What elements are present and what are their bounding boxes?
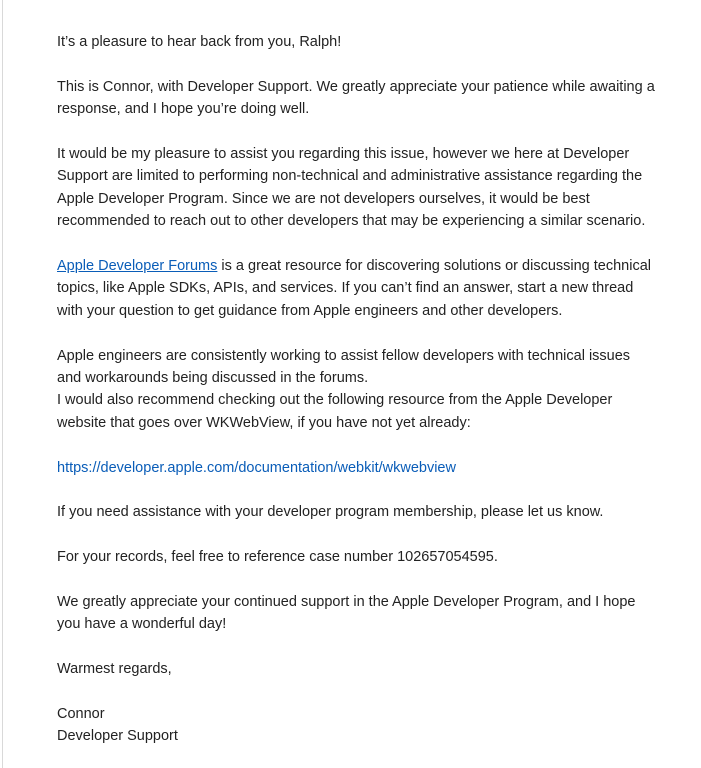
engineers-paragraph: Apple engineers are consistently working… bbox=[57, 347, 631, 387]
greeting-paragraph: It’s a pleasure to hear back from you, R… bbox=[57, 34, 342, 50]
scope-paragraph: It would be my pleasure to assist you re… bbox=[57, 146, 646, 230]
signoff-paragraph: Warmest regards, bbox=[57, 661, 172, 678]
sender-name: Connor bbox=[57, 706, 105, 723]
wkwebview-doc-link[interactable]: https://developer.apple.com/documentatio… bbox=[57, 460, 456, 476]
sender-team: Developer Support bbox=[57, 728, 178, 745]
resource-paragraph: https://developer.apple.com/documentatio… bbox=[57, 457, 657, 479]
forums-link[interactable]: Apple Developer Forums bbox=[57, 258, 217, 274]
closing-paragraph: We greatly appreciate your continued sup… bbox=[57, 594, 636, 633]
membership-paragraph: If you need assistance with your develop… bbox=[57, 504, 604, 521]
email-body: It’s a pleasure to hear back from you, R… bbox=[57, 31, 657, 748]
left-divider bbox=[2, 0, 3, 768]
forums-paragraph: Apple Developer Forums is a great resour… bbox=[57, 255, 657, 322]
intro-paragraph: This is Connor, with Developer Support. … bbox=[57, 78, 655, 118]
case-number-paragraph: For your records, feel free to reference… bbox=[57, 549, 498, 566]
recommend-paragraph: I would also recommend checking out the … bbox=[57, 392, 613, 431]
